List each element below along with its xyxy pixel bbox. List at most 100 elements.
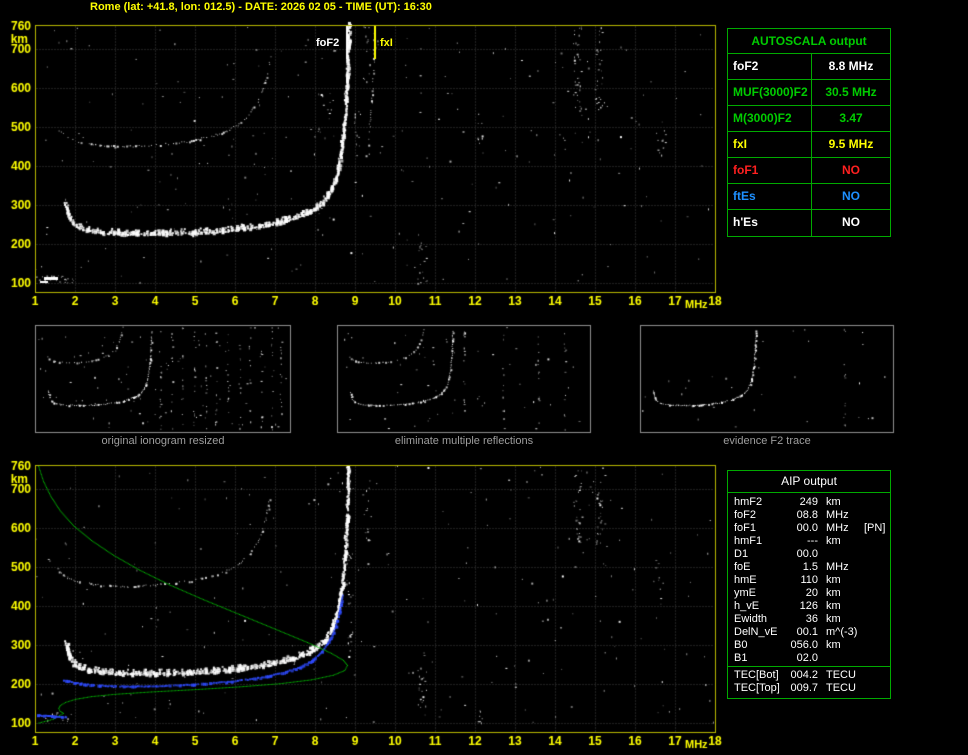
aip-value: 00.0 (796, 548, 818, 560)
aip-param: B1 (734, 652, 748, 664)
aip-output-table: AIP output hmF2 249 km foF2 08.8 MHz foF1 00.0 M… (727, 470, 891, 699)
autoscala-value: 8.8 MHz (828, 59, 874, 73)
aip-value: 126 (799, 600, 818, 612)
aip-param: TEC[Bot] (734, 669, 779, 681)
aip-param: foF1 (734, 522, 757, 534)
aip-extra (862, 587, 890, 600)
aip-param: foF2 (734, 509, 757, 521)
aip-tec-section: TEC[Bot] 004.2 TECU TEC[Top] 009.7 TECU (728, 666, 890, 698)
aip-extra (862, 613, 890, 626)
aip-value: 110 (800, 574, 818, 586)
aip-row: Ewidth 36 km (728, 613, 890, 626)
autoscala-row: ftEs NO (728, 184, 890, 210)
aip-row: B1 02.0 (728, 652, 890, 665)
aip-param: DelN_vE (734, 626, 778, 638)
aip-extra (862, 669, 890, 682)
aip-unit: km (826, 613, 841, 625)
aip-unit: km (826, 587, 841, 599)
aip-extra (862, 535, 890, 548)
aip-extra (862, 652, 890, 665)
autoscala-param-label: foF1 (728, 158, 812, 183)
aip-unit: km (826, 535, 841, 547)
aip-extra (862, 496, 890, 509)
autoscala-row: fxI 9.5 MHz (728, 132, 890, 158)
autoscala-output-table: AUTOSCALA output foF2 8.8 MHz MUF(3000)F2 3… (727, 28, 891, 237)
aip-row: foE 1.5 MHz (728, 561, 890, 574)
autoscala-value: 9.5 MHz (828, 137, 874, 151)
aip-param: ymE (734, 587, 756, 599)
autoscala-row: h'Es NO (728, 210, 890, 236)
aip-unit: TECU (826, 669, 856, 681)
aip-param: hmE (734, 574, 757, 586)
aip-unit: km (826, 574, 841, 586)
aip-unit: km (826, 600, 841, 612)
autoscala-value: NO (842, 163, 860, 177)
aip-unit: km (826, 639, 841, 651)
aip-unit: MHz (826, 522, 849, 534)
aip-value: 004.2 (790, 669, 818, 681)
aip-extra (862, 639, 890, 652)
aip-param: hmF1 (734, 535, 763, 547)
autoscala-row: M(3000)F2 3.47 (728, 106, 890, 132)
thumbnail-caption-evidence: evidence F2 trace (723, 435, 811, 447)
autoscala-param-label: h'Es (728, 210, 812, 236)
aip-unit: MHz (826, 509, 849, 521)
autoscala-table-body: foF2 8.8 MHz MUF(3000)F2 30.5 MHz M(3000)F2 3… (728, 54, 890, 236)
autoscala-row: MUF(3000)F2 30.5 MHz (728, 80, 890, 106)
autoscala-row: foF2 8.8 MHz (728, 54, 890, 80)
aip-row: foF2 08.8 MHz (728, 509, 890, 522)
autoscala-param-label: ftEs (728, 184, 812, 209)
aip-value: 08.8 (796, 509, 818, 521)
aip-table-body: hmF2 249 km foF2 08.8 MHz foF1 00.0 MHz [PN] hmF1 -… (728, 493, 890, 666)
aip-row: TEC[Bot] 004.2 TECU (728, 669, 890, 682)
aip-row: hmE 110 km (728, 574, 890, 587)
autoscala-value: 3.47 (839, 111, 863, 125)
aip-extra (862, 682, 890, 695)
aip-extra (862, 548, 890, 561)
aip-value: 02.0 (796, 652, 818, 664)
aip-value: 20 (805, 587, 818, 599)
aip-value: 00.0 (796, 522, 818, 534)
autoscala-param-label: fxI (728, 132, 812, 157)
aip-value: 36 (805, 613, 818, 625)
aip-unit: TECU (826, 682, 856, 694)
aip-value: 009.7 (790, 682, 818, 694)
autoscala-value: 30.5 MHz (825, 85, 877, 99)
aip-value: 056.0 (790, 639, 818, 651)
aip-value: 00.1 (796, 626, 818, 638)
aip-unit (818, 652, 862, 665)
page-title: Rome (lat: +41.8, lon: 012.5) - DATE: 20… (90, 1, 432, 13)
autoscala-window: Rome (lat: +41.8, lon: 012.5) - DATE: 20… (0, 0, 968, 755)
fof2-marker-label: foF2 (316, 37, 340, 49)
aip-unit: m^(-3) (826, 626, 858, 638)
aip-value: 249 (799, 496, 818, 508)
aip-row: hmF1 --- km (728, 535, 890, 548)
autoscala-param-label: M(3000)F2 (728, 106, 812, 131)
aip-extra (862, 574, 890, 587)
thumbnail-caption-original: original ionogram resized (101, 435, 225, 447)
aip-unit: MHz (826, 561, 849, 573)
aip-row: foF1 00.0 MHz [PN] (728, 522, 890, 535)
aip-extra: [PN] (864, 522, 886, 534)
autoscala-table-title: AUTOSCALA output (728, 29, 890, 54)
aip-param: foE (734, 561, 751, 573)
thumbnail-caption-eliminate: eliminate multiple reflections (394, 435, 534, 447)
aip-row: h_vE 126 km (728, 600, 890, 613)
autoscala-param-label: foF2 (728, 54, 812, 79)
aip-row: ymE 20 km (728, 587, 890, 600)
aip-unit (818, 548, 862, 561)
aip-extra (862, 600, 890, 613)
aip-param: Ewidth (734, 613, 768, 625)
autoscala-row: foF1 NO (728, 158, 890, 184)
aip-row: TEC[Top] 009.7 TECU (728, 682, 890, 695)
aip-row: hmF2 249 km (728, 496, 890, 509)
aip-param: h_vE (734, 600, 760, 612)
autoscala-param-label: MUF(3000)F2 (728, 80, 812, 105)
aip-param: B0 (734, 639, 748, 651)
aip-extra (862, 626, 890, 639)
aip-value: 1.5 (802, 561, 818, 573)
aip-param: D1 (734, 548, 749, 560)
aip-param: TEC[Top] (734, 682, 780, 694)
fxi-marker-label: fxI (380, 37, 393, 49)
aip-row: B0 056.0 km (728, 639, 890, 652)
